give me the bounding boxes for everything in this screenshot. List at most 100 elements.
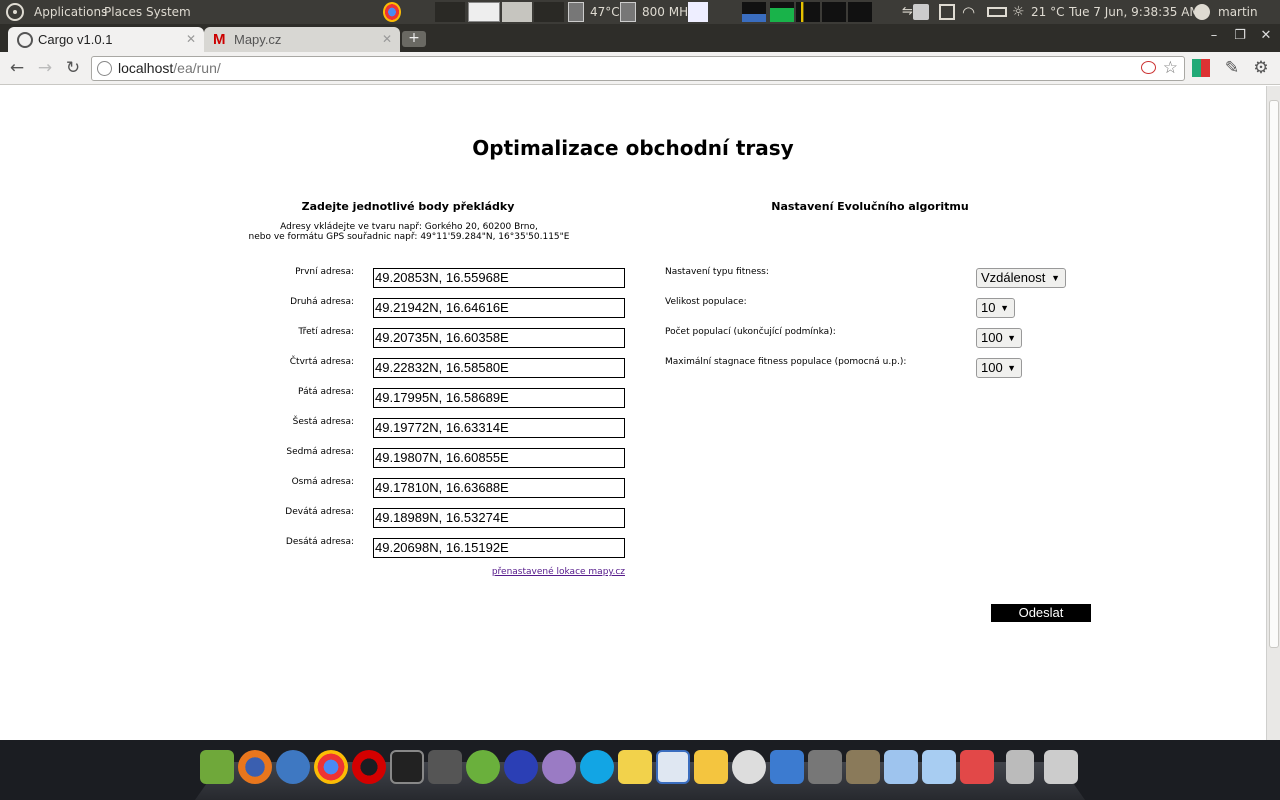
skype-icon[interactable] — [580, 750, 614, 784]
url-text[interactable]: localhost/ea/run/ — [118, 57, 221, 80]
menu-system[interactable]: System — [146, 0, 191, 24]
submit-button[interactable]: Odeslat — [991, 604, 1091, 622]
address-input-5[interactable]: 49.17995N, 16.58689E — [373, 388, 625, 408]
thunderbird-icon[interactable] — [276, 750, 310, 784]
address-input-3[interactable]: 49.20735N, 16.60358E — [373, 328, 625, 348]
tomboy-icon[interactable] — [694, 750, 728, 784]
globe-icon — [97, 61, 112, 76]
hard-disk-icon[interactable] — [732, 750, 766, 784]
drive-icon[interactable] — [1044, 750, 1078, 784]
display-icon[interactable] — [939, 4, 955, 20]
battery-icon[interactable] — [987, 7, 1007, 17]
load-graph-icon — [822, 2, 846, 22]
wrench-icon[interactable]: ⚙ — [1250, 58, 1272, 78]
reload-icon[interactable]: ↻ — [62, 58, 84, 78]
population-size-select[interactable]: 10 ▼ — [976, 298, 1015, 318]
bird-icon[interactable] — [770, 750, 804, 784]
addresses-section-title: Zadejte jednotlivé body překládky — [301, 200, 515, 213]
user-name[interactable]: martin — [1218, 0, 1258, 24]
max-stagnation-select[interactable]: 100 ▼ — [976, 358, 1022, 378]
virtualbox-2-icon[interactable] — [922, 750, 956, 784]
cpu-freq-icon — [620, 2, 636, 22]
calculator-icon[interactable] — [428, 750, 462, 784]
tab-mapy[interactable]: M Mapy.cz ✕ — [204, 27, 400, 52]
forward-icon[interactable]: → — [34, 58, 56, 78]
address-label-6: Šestá adresa: — [292, 417, 354, 427]
anchor-icon[interactable] — [200, 750, 234, 784]
tab-strip: Cargo v1.0.1 ✕ M Mapy.cz ✕ + — [0, 24, 1280, 52]
close-window-icon[interactable]: ✕ — [1255, 27, 1277, 45]
address-bar[interactable]: localhost/ea/run/ ☆ — [91, 56, 1185, 81]
workspace-4[interactable] — [534, 2, 564, 22]
address-input-7[interactable]: 49.19807N, 16.60855E — [373, 448, 625, 468]
address-input-9[interactable]: 49.18989N, 16.53274E — [373, 508, 625, 528]
firefox-icon[interactable] — [238, 750, 272, 784]
close-tab-icon[interactable]: ✕ — [186, 27, 196, 52]
pidgin-icon[interactable] — [542, 750, 576, 784]
save-icon[interactable] — [960, 750, 994, 784]
page-content: Optimalizace obchodní trasy Zadejte jedn… — [0, 86, 1266, 740]
maximize-icon[interactable]: ❐ — [1229, 27, 1251, 45]
opera-icon[interactable] — [352, 750, 386, 784]
dock — [0, 740, 1280, 800]
trash-icon[interactable] — [1006, 750, 1034, 784]
population-count-select[interactable]: 100 ▼ — [976, 328, 1022, 348]
close-tab-icon[interactable]: ✕ — [382, 27, 392, 52]
minimize-icon[interactable]: – — [1203, 27, 1225, 45]
media-player-icon[interactable] — [466, 750, 500, 784]
system-monitor-icon[interactable] — [656, 750, 690, 784]
address-hint: Adresy vkládejte ve tvaru např: Gorkého … — [248, 222, 570, 242]
cpu-graph-icon — [742, 2, 766, 22]
clock[interactable]: Tue 7 Jun, 9:38:35 AM — [1069, 0, 1200, 24]
chrome-launcher-icon[interactable] — [383, 2, 401, 22]
fitness-type-select[interactable]: Vzdálenost ▼ — [976, 268, 1066, 288]
menu-applications[interactable]: Applications — [34, 0, 107, 24]
chrome-icon[interactable] — [314, 750, 348, 784]
workspace-2-icon[interactable] — [468, 2, 500, 22]
address-input-10[interactable]: 49.20698N, 16.15192E — [373, 538, 625, 558]
preset-locations-link[interactable]: přenastavené lokace mapy.cz — [440, 567, 625, 577]
page-scrollbar[interactable] — [1266, 86, 1280, 740]
address-input-8[interactable]: 49.17810N, 16.63688E — [373, 478, 625, 498]
address-input-1[interactable]: 49.20853N, 16.55968E — [373, 268, 625, 288]
mouse-icon[interactable]: ⇋ — [902, 0, 913, 24]
dropdown-arrow-icon: ▼ — [1000, 303, 1009, 313]
ubuntu-logo-icon[interactable] — [6, 3, 24, 21]
weather-icon: ☼ — [1012, 4, 1025, 20]
extension-icon[interactable] — [1141, 61, 1156, 74]
address-label-10: Desátá adresa: — [285, 537, 354, 547]
address-input-4[interactable]: 49.22832N, 16.58580E — [373, 358, 625, 378]
extension-badge-icon[interactable] — [1192, 59, 1210, 77]
keyboard-icon[interactable] — [913, 4, 929, 20]
mapy-favicon-icon: M — [213, 31, 226, 48]
workspace-3[interactable] — [502, 2, 532, 22]
new-tab-button[interactable]: + — [402, 31, 426, 47]
file-manager-icon[interactable] — [808, 750, 842, 784]
tab-title: Cargo v1.0.1 — [38, 32, 113, 47]
pen-icon[interactable]: ✎ — [1221, 58, 1243, 78]
star-icon[interactable]: ☆ — [1163, 57, 1178, 80]
notes-icon[interactable] — [618, 750, 652, 784]
network-monitor-icon[interactable] — [688, 2, 708, 22]
weather-temp[interactable]: 21 °C — [1031, 0, 1064, 24]
workspace-1[interactable] — [435, 2, 465, 22]
page-favicon-icon — [17, 32, 33, 48]
menu-places[interactable]: Places — [104, 0, 142, 24]
dropdown-arrow-icon: ▼ — [1051, 273, 1060, 283]
terminal-icon[interactable] — [390, 750, 424, 784]
address-input-6[interactable]: 49.19772N, 16.63314E — [373, 418, 625, 438]
virtualbox-icon[interactable] — [884, 750, 918, 784]
tab-cargo[interactable]: Cargo v1.0.1 ✕ — [8, 27, 204, 52]
address-input-2[interactable]: 49.21942N, 16.64616E — [373, 298, 625, 318]
scrollbar-thumb[interactable] — [1269, 100, 1279, 648]
memory-graph-icon — [770, 2, 794, 22]
page-title: Optimalizace obchodní trasy — [472, 136, 794, 160]
back-icon[interactable]: ← — [6, 58, 28, 78]
wifi-icon[interactable]: ◠ — [962, 0, 975, 24]
power-icon[interactable] — [1194, 4, 1210, 20]
gimp-icon[interactable] — [846, 750, 880, 784]
setting-label-population-count: Počet populací (ukončující podmínka): — [665, 327, 836, 337]
headphones-icon[interactable] — [504, 750, 538, 784]
address-label-8: Osmá adresa: — [291, 477, 354, 487]
dropdown-arrow-icon: ▼ — [1007, 363, 1016, 373]
